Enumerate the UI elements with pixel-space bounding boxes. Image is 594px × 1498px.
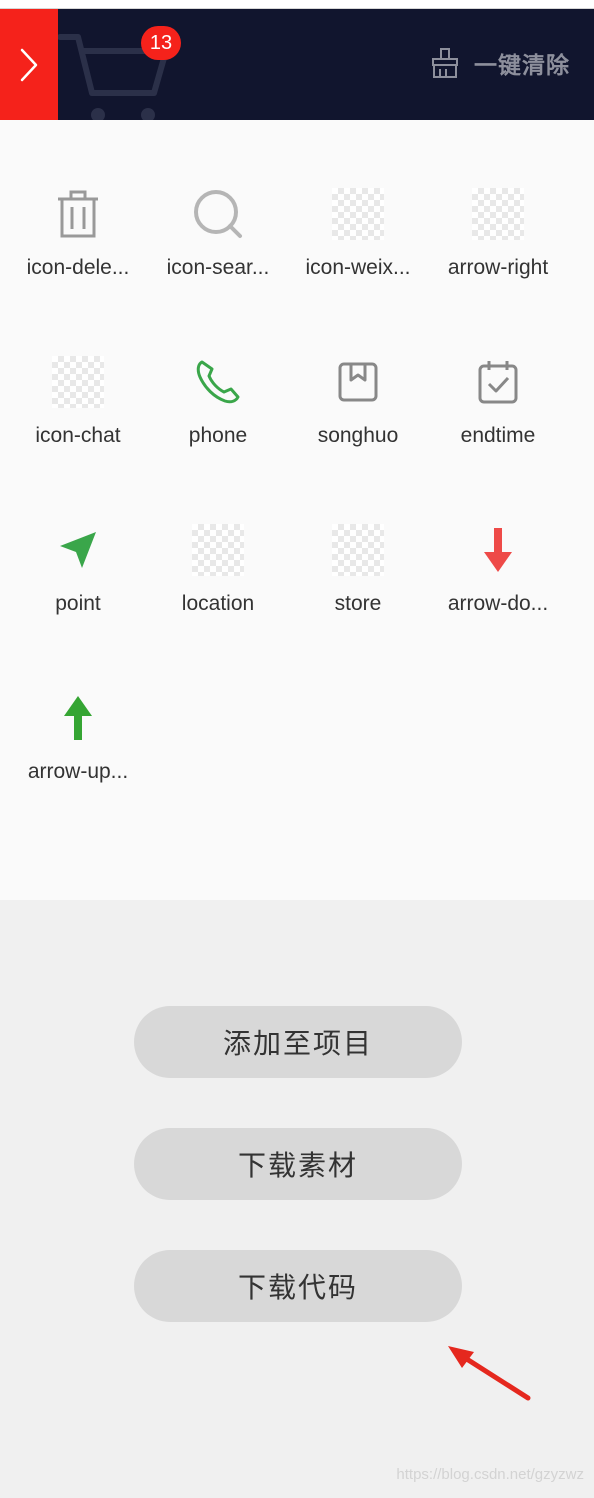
icon-item-label: phone — [188, 424, 248, 447]
clear-all-label: 一键清除 — [474, 52, 570, 78]
icon-item[interactable]: songhuo — [288, 344, 428, 494]
icon-item[interactable]: icon-chat — [8, 344, 148, 494]
icon-item-label: arrow-do... — [447, 592, 549, 615]
window-top-edge — [0, 0, 594, 9]
icon-item[interactable]: icon-weix... — [288, 176, 428, 326]
search-icon — [194, 190, 242, 238]
broom-icon — [432, 48, 458, 78]
icon-item[interactable]: arrow-right — [428, 176, 568, 326]
chevron-right-icon — [20, 48, 38, 81]
icon-item-label: arrow-up... — [27, 760, 129, 783]
placeholder-icon — [192, 524, 244, 576]
annotation-arrow-icon — [448, 1346, 531, 1401]
icon-item-label: icon-dele... — [26, 256, 130, 279]
placeholder-icon — [52, 356, 104, 408]
cart-header: 13 一键清除 — [0, 9, 594, 120]
icon-item-label: store — [334, 592, 382, 615]
watermark-text: https://blog.csdn.net/gzyzwz — [396, 1466, 584, 1483]
icon-item-label: icon-chat — [35, 424, 121, 447]
icon-item-label: location — [181, 592, 255, 615]
icon-list-panel: icon-dele... icon-sear... icon-weix... a… — [0, 120, 594, 900]
icon-item[interactable]: arrow-up... — [8, 680, 148, 830]
icon-item-label: point — [55, 592, 101, 615]
icon-item[interactable]: icon-sear... — [148, 176, 288, 326]
download-code-button[interactable]: 下载代码 — [134, 1250, 462, 1322]
trash-icon — [58, 190, 98, 238]
icon-item[interactable]: icon-dele... — [8, 176, 148, 326]
icon-item[interactable]: location — [148, 512, 288, 662]
clear-all-button[interactable]: 一键清除 — [430, 45, 570, 81]
icon-item-label: icon-weix... — [305, 256, 411, 279]
icon-item[interactable]: arrow-do... — [428, 512, 568, 662]
calendar-check-icon — [478, 361, 518, 404]
collapse-panel-button[interactable] — [0, 9, 58, 120]
phone-icon — [196, 360, 240, 404]
download-assets-button[interactable]: 下载素材 — [134, 1128, 462, 1200]
arrow-down-icon — [484, 528, 512, 572]
navigation-arrow-icon — [60, 532, 96, 568]
placeholder-icon — [332, 188, 384, 240]
icon-item-label: songhuo — [317, 424, 399, 447]
placeholder-icon — [332, 524, 384, 576]
arrow-up-icon — [64, 696, 92, 740]
cart-count-badge: 13 — [141, 26, 181, 60]
box-icon — [338, 362, 378, 402]
add-to-project-button[interactable]: 添加至项目 — [134, 1006, 462, 1078]
icon-item-label: icon-sear... — [166, 256, 270, 279]
icon-item-label: endtime — [460, 424, 536, 447]
icon-item[interactable]: store — [288, 512, 428, 662]
placeholder-icon — [472, 188, 524, 240]
icon-item-label: arrow-right — [447, 256, 549, 279]
icon-item[interactable]: endtime — [428, 344, 568, 494]
icon-item[interactable]: point — [8, 512, 148, 662]
icon-item[interactable]: phone — [148, 344, 288, 494]
